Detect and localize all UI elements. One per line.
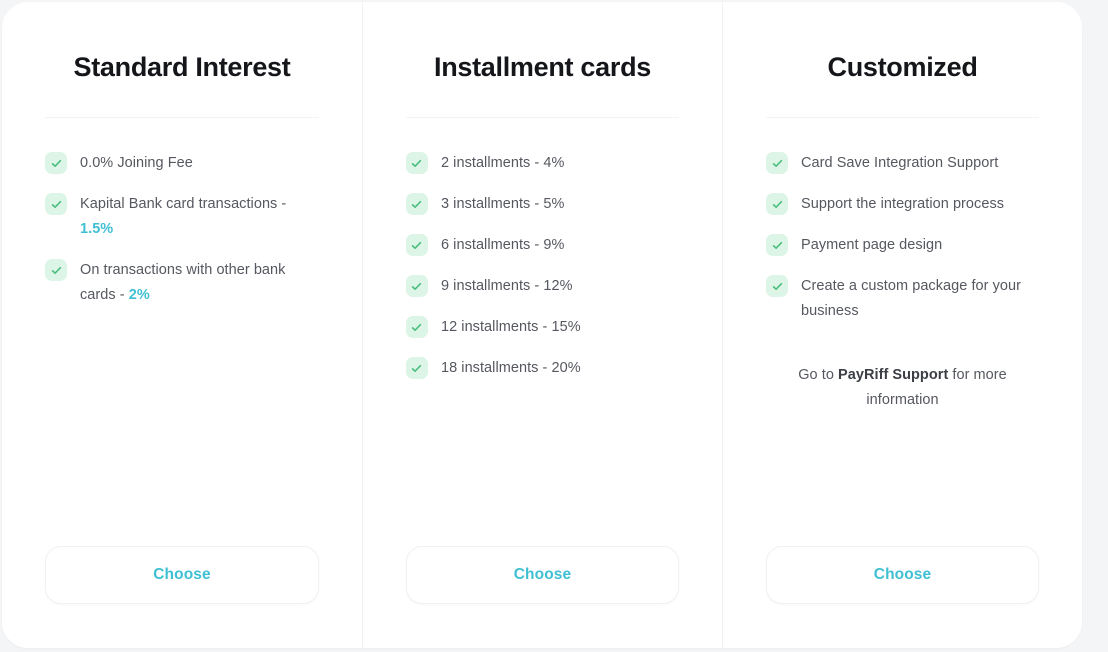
feature-item: Payment page design — [766, 225, 1039, 266]
feature-list: Card Save Integration Support Support th… — [766, 118, 1039, 332]
choose-button[interactable]: Choose — [766, 546, 1040, 604]
feature-item: 18 installments - 20% — [405, 348, 679, 389]
feature-text: 6 installments - 9% — [440, 237, 565, 253]
check-icon — [45, 193, 67, 215]
feature-item: 6 installments - 9% — [405, 225, 679, 266]
feature-text: Create a custom package for your busines… — [801, 278, 1022, 319]
support-note-prefix: Go to — [798, 367, 839, 383]
feature-text: Card Save Integration Support — [801, 155, 999, 171]
check-icon — [766, 275, 788, 297]
choose-button[interactable]: Choose — [45, 546, 319, 604]
check-icon — [405, 193, 428, 215]
feature-text: Kapital Bank card transactions - 1.5% — [80, 196, 287, 237]
feature-text: Support the integration process — [801, 196, 1005, 212]
feature-item: 0.0% Joining Fee — [45, 143, 319, 184]
feature-item: 9 installments - 12% — [405, 266, 679, 307]
feature-item: 2 installments - 4% — [405, 143, 679, 184]
plan-card-standard-interest: Standard Interest 0.0% Joining Fee Kapit… — [2, 2, 362, 648]
check-icon — [405, 357, 428, 379]
plan-title: Standard Interest — [73, 52, 291, 82]
check-icon — [766, 152, 788, 174]
feature-item: Kapital Bank card transactions - 1.5% — [45, 184, 319, 250]
pricing-plans-panel: Standard Interest 0.0% Joining Fee Kapit… — [2, 2, 1082, 648]
check-icon — [45, 152, 67, 174]
feature-item: On transactions with other bank cards - … — [45, 250, 319, 316]
feature-item: Support the integration process — [766, 184, 1039, 225]
check-icon — [405, 275, 428, 297]
feature-text: 0.0% Joining Fee — [80, 155, 193, 171]
check-icon — [405, 234, 428, 256]
support-note: Go to PayRiff Support for more informati… — [766, 363, 1039, 413]
plan-title: Customized — [827, 52, 978, 82]
feature-item: 3 installments - 5% — [405, 184, 679, 225]
check-icon — [766, 234, 788, 256]
choose-button[interactable]: Choose — [405, 546, 679, 604]
feature-text: 18 installments - 20% — [440, 360, 581, 376]
feature-text: 2 installments - 4% — [440, 155, 565, 171]
plan-card-installment-cards: Installment cards 2 installments - 4% 3 … — [361, 2, 722, 648]
feature-text: On transactions with other bank cards - … — [80, 262, 286, 303]
payriff-support-link[interactable]: PayRiff Support — [838, 367, 948, 383]
check-icon — [45, 259, 67, 281]
feature-accent-value: 2% — [128, 287, 150, 303]
check-icon — [766, 193, 788, 215]
feature-item: 12 installments - 15% — [405, 307, 679, 348]
feature-list: 2 installments - 4% 3 installments - 5% … — [405, 118, 679, 389]
feature-item: Create a custom package for your busines… — [766, 266, 1039, 332]
feature-text: 3 installments - 5% — [440, 196, 565, 212]
feature-item: Card Save Integration Support — [766, 143, 1039, 184]
plan-title: Installment cards — [434, 52, 651, 82]
feature-accent-value: 1.5% — [80, 221, 114, 237]
feature-text: 9 installments - 12% — [440, 278, 573, 294]
feature-text: 12 installments - 15% — [440, 319, 581, 335]
plan-card-customized: Customized Card Save Integration Support… — [722, 2, 1082, 648]
feature-text: Payment page design — [801, 237, 943, 253]
feature-list: 0.0% Joining Fee Kapital Bank card trans… — [45, 118, 319, 316]
check-icon — [405, 152, 428, 174]
check-icon — [405, 316, 428, 338]
